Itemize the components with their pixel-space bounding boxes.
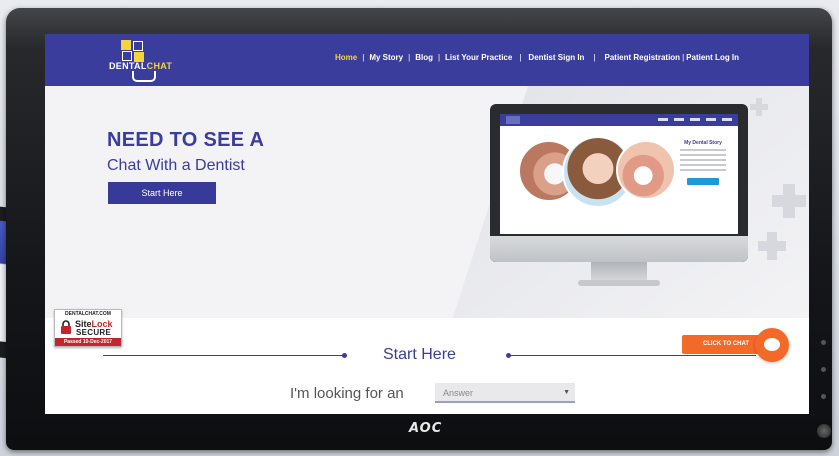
nav-list-your-practice[interactable]: List Your Practice — [445, 53, 512, 62]
main-menu: Home | My Story | Blog | List Your Pract… — [335, 53, 740, 62]
preview-card: My Dental Story — [676, 140, 730, 206]
logo-phone-icon — [132, 71, 156, 82]
chevron-down-icon: ▼ — [563, 389, 570, 396]
nav-patient-log-in[interactable]: Patient Log In — [686, 53, 739, 62]
sitelock-badge[interactable]: DENTALCHAT.COM SiteLock SECURE Passed 10… — [54, 309, 122, 347]
logo-squares-icon — [121, 40, 145, 62]
logo-text: DENTALCHAT — [109, 61, 173, 71]
preview-photo — [616, 140, 676, 200]
hero-section: NEED TO SEE A Chat With a Dentist Start … — [45, 86, 809, 318]
power-button-icon[interactable] — [817, 424, 831, 438]
hero-subtitle: Chat With a Dentist — [107, 157, 245, 174]
divider-right — [510, 355, 756, 356]
imac-preview-screen: My Dental Story — [500, 114, 738, 234]
hero-title: NEED TO SEE A — [107, 129, 265, 151]
nav-dentist-sign-in[interactable]: Dentist Sign In — [528, 53, 584, 62]
answer-select[interactable]: Answer ▼ — [435, 383, 575, 403]
monitor-brand-logo: AOC — [409, 421, 443, 436]
chat-bubble-icon[interactable] — [755, 328, 789, 362]
monitor-side-buttons — [821, 340, 829, 421]
imac-preview: My Dental Story — [490, 104, 748, 290]
start-here-title: Start Here — [383, 346, 456, 363]
nav-my-story[interactable]: My Story — [369, 53, 403, 62]
dentalchat-logo[interactable]: DENTALCHAT — [109, 40, 189, 82]
top-navigation: DENTALCHAT Home | My Story | Blog | List… — [45, 34, 809, 86]
lock-icon — [61, 320, 71, 334]
nav-patient-registration[interactable]: Patient Registration — [605, 53, 681, 62]
looking-for-label: I'm looking for an — [290, 385, 404, 402]
hero-start-button[interactable]: Start Here — [108, 182, 216, 204]
nav-blog[interactable]: Blog — [415, 53, 433, 62]
divider-left — [103, 355, 343, 356]
website-screen: DENTALCHAT Home | My Story | Blog | List… — [45, 34, 809, 414]
nav-home[interactable]: Home — [335, 53, 357, 62]
scene: AOC DENTALCHAT Home | My Story | Blog | … — [0, 0, 839, 456]
